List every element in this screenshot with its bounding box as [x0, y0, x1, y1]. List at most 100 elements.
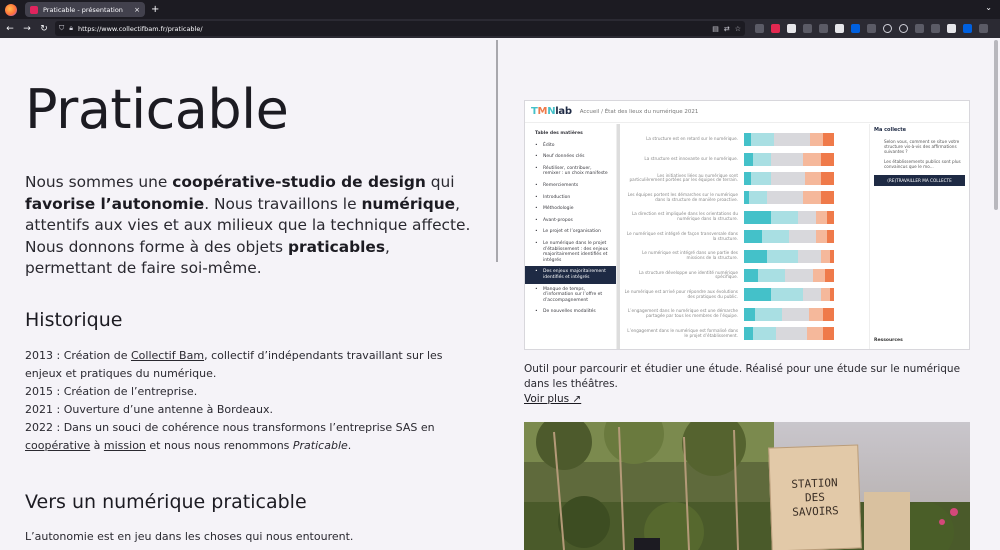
history-icon[interactable] — [883, 24, 892, 33]
toc-item[interactable]: • Remerciements — [525, 180, 616, 192]
bar-segment — [771, 210, 798, 224]
stacked-bar[interactable] — [744, 249, 834, 263]
stacked-bar[interactable] — [744, 191, 834, 205]
toc-bullet-icon: • — [535, 142, 538, 148]
toc-item-label: De nouvelles modalités — [543, 309, 596, 315]
page-scrollbar[interactable] — [994, 40, 998, 210]
toc-item[interactable]: • Le projet et l’organisation — [525, 226, 616, 238]
extension-icon[interactable] — [835, 24, 844, 33]
extension-icon[interactable] — [755, 24, 764, 33]
toc-item[interactable]: • Réutiliser, contribuer, remixer : un ch… — [525, 163, 616, 180]
reload-button[interactable]: ↻ — [37, 24, 51, 34]
toc-bullet-icon: • — [535, 194, 538, 200]
column-divider — [496, 40, 498, 262]
toc-bullet-icon: • — [535, 165, 538, 171]
chart-row-label: L’engagement dans le numérique est une d… — [627, 308, 738, 319]
extension-icon[interactable] — [851, 24, 860, 33]
bookmark-star-icon[interactable]: ☆ — [735, 25, 741, 33]
chart-row: La structure est en retard sur le numéri… — [624, 130, 869, 149]
ublock-extension-icon[interactable] — [771, 24, 780, 33]
voir-plus-link[interactable]: Voir plus ↗ — [524, 393, 581, 405]
toc-item[interactable]: • De nouvelles modalités — [525, 306, 616, 318]
url-bar[interactable]: ⛉ 🔒︎ https://www.collectifbam.fr/pratica… — [55, 21, 745, 36]
stacked-bar[interactable] — [744, 288, 834, 302]
app-breadcrumb: Accueil / État des lieux du numérique 20… — [579, 108, 699, 115]
menu-hamburger-icon[interactable] — [979, 24, 988, 33]
sidebar-icon[interactable] — [915, 24, 924, 33]
stacked-bar[interactable] — [744, 133, 834, 147]
translate-icon[interactable]: ⇄ — [724, 25, 730, 33]
toc-item[interactable]: • Édito — [525, 140, 616, 152]
stacked-bar[interactable] — [744, 268, 834, 282]
project-screenshot[interactable]: TMNlab Accueil / État des lieux du numér… — [524, 100, 970, 350]
toc-item-label: Introduction — [543, 194, 571, 200]
back-button[interactable]: ← — [3, 24, 17, 34]
bar-segment — [771, 288, 803, 302]
settings-gear-icon[interactable] — [899, 24, 908, 33]
browser-tab-active[interactable]: Praticable - présentation × — [25, 2, 145, 17]
bar-segment — [808, 307, 824, 321]
toc-item[interactable]: • Avant-propos — [525, 215, 616, 227]
bar-segment — [784, 268, 814, 282]
url-text[interactable]: https://www.collectifbam.fr/praticable/ — [78, 25, 707, 33]
stacked-bar[interactable] — [744, 230, 834, 244]
toc-item[interactable]: • Le numérique dans le projet d’établisse… — [525, 238, 616, 266]
stacked-bar[interactable] — [744, 171, 834, 185]
tab-close-icon[interactable]: × — [134, 6, 140, 14]
reader-view-icon[interactable]: ▤ — [712, 25, 719, 33]
bar-segment — [798, 249, 821, 263]
shield-icon[interactable]: ⛉ — [59, 24, 64, 33]
cooperative-link[interactable]: coopérative — [25, 439, 90, 452]
collecte-panel: Ma collecte Selon vous, comment se situe… — [869, 124, 969, 349]
toc-item-label: Méthodologie — [543, 206, 574, 212]
extension-icon[interactable] — [867, 24, 876, 33]
stacked-bar[interactable] — [744, 307, 834, 321]
stacked-bar[interactable] — [744, 152, 834, 166]
new-tab-button[interactable]: + — [151, 4, 159, 15]
bar-segment — [744, 307, 755, 321]
bar-segment — [775, 327, 807, 341]
toc-bullet-icon: • — [535, 182, 538, 188]
mission-link[interactable]: mission — [104, 439, 146, 452]
collectif-bam-link[interactable]: Collectif Bam — [131, 349, 204, 362]
lock-icon[interactable]: 🔒︎ — [69, 24, 73, 33]
extension-icon[interactable] — [931, 24, 940, 33]
extension-icon[interactable] — [787, 24, 796, 33]
stacked-bar[interactable] — [744, 327, 834, 341]
toc-item[interactable]: • Méthodologie — [525, 203, 616, 215]
historique-item: 2022 : Dans un souci de cohérence nous t… — [25, 421, 435, 452]
toc-item-label: Réutiliser, contribuer, remixer : un cho… — [543, 165, 608, 177]
account-avatar-icon[interactable] — [947, 24, 956, 33]
toc-item[interactable]: • Introduction — [525, 192, 616, 204]
app-header: TMNlab Accueil / État des lieux du numér… — [525, 101, 969, 123]
bar-segment — [751, 133, 774, 147]
bar-segment — [751, 171, 771, 185]
toc-bullet-icon: • — [535, 206, 538, 212]
chart-row-label: La structure est en retard sur le numéri… — [646, 136, 738, 142]
chart-row: Le numérique est intégré de façon transv… — [624, 227, 869, 246]
chart-row-label: Le numérique est intégré dans une partie… — [642, 250, 738, 261]
chart-row-label: La direction est impliquée dans les orie… — [631, 211, 738, 222]
extension-icon[interactable] — [819, 24, 828, 33]
stacked-bar[interactable] — [744, 210, 834, 224]
rework-collecte-button[interactable]: (RE)TRAVAILLER MA COLLECTE — [874, 175, 965, 186]
tab-list-chevron-icon[interactable]: ⌄ — [985, 3, 992, 12]
toc-item[interactable]: • Manque de temps, d’information sur l’of… — [525, 284, 616, 307]
extension-icon[interactable] — [803, 24, 812, 33]
bar-segment — [781, 307, 809, 321]
results-chart: La structure est en retard sur le numéri… — [620, 124, 869, 349]
extension-icon[interactable] — [963, 24, 972, 33]
browser-tab-bar: Praticable - présentation × + ⌄ — [0, 0, 1000, 19]
collecte-item: Les établissements publics sont plus con… — [884, 159, 961, 169]
forward-button[interactable]: → — [20, 24, 34, 34]
chart-row: Les initiatives liées au numérique sont … — [624, 169, 869, 188]
bar-segment — [744, 327, 753, 341]
numerique-heading: Vers un numérique praticable — [25, 491, 307, 513]
bar-segment — [829, 249, 834, 263]
toc-item[interactable]: • Des enjeux majoritairement identifiés e… — [525, 266, 616, 284]
bar-segment — [803, 191, 822, 205]
page-title: Praticable — [25, 78, 289, 141]
toc-item[interactable]: • Neuf données clés — [525, 151, 616, 163]
bar-segment — [820, 152, 834, 166]
chart-row: La structure développe une identité numé… — [624, 266, 869, 285]
